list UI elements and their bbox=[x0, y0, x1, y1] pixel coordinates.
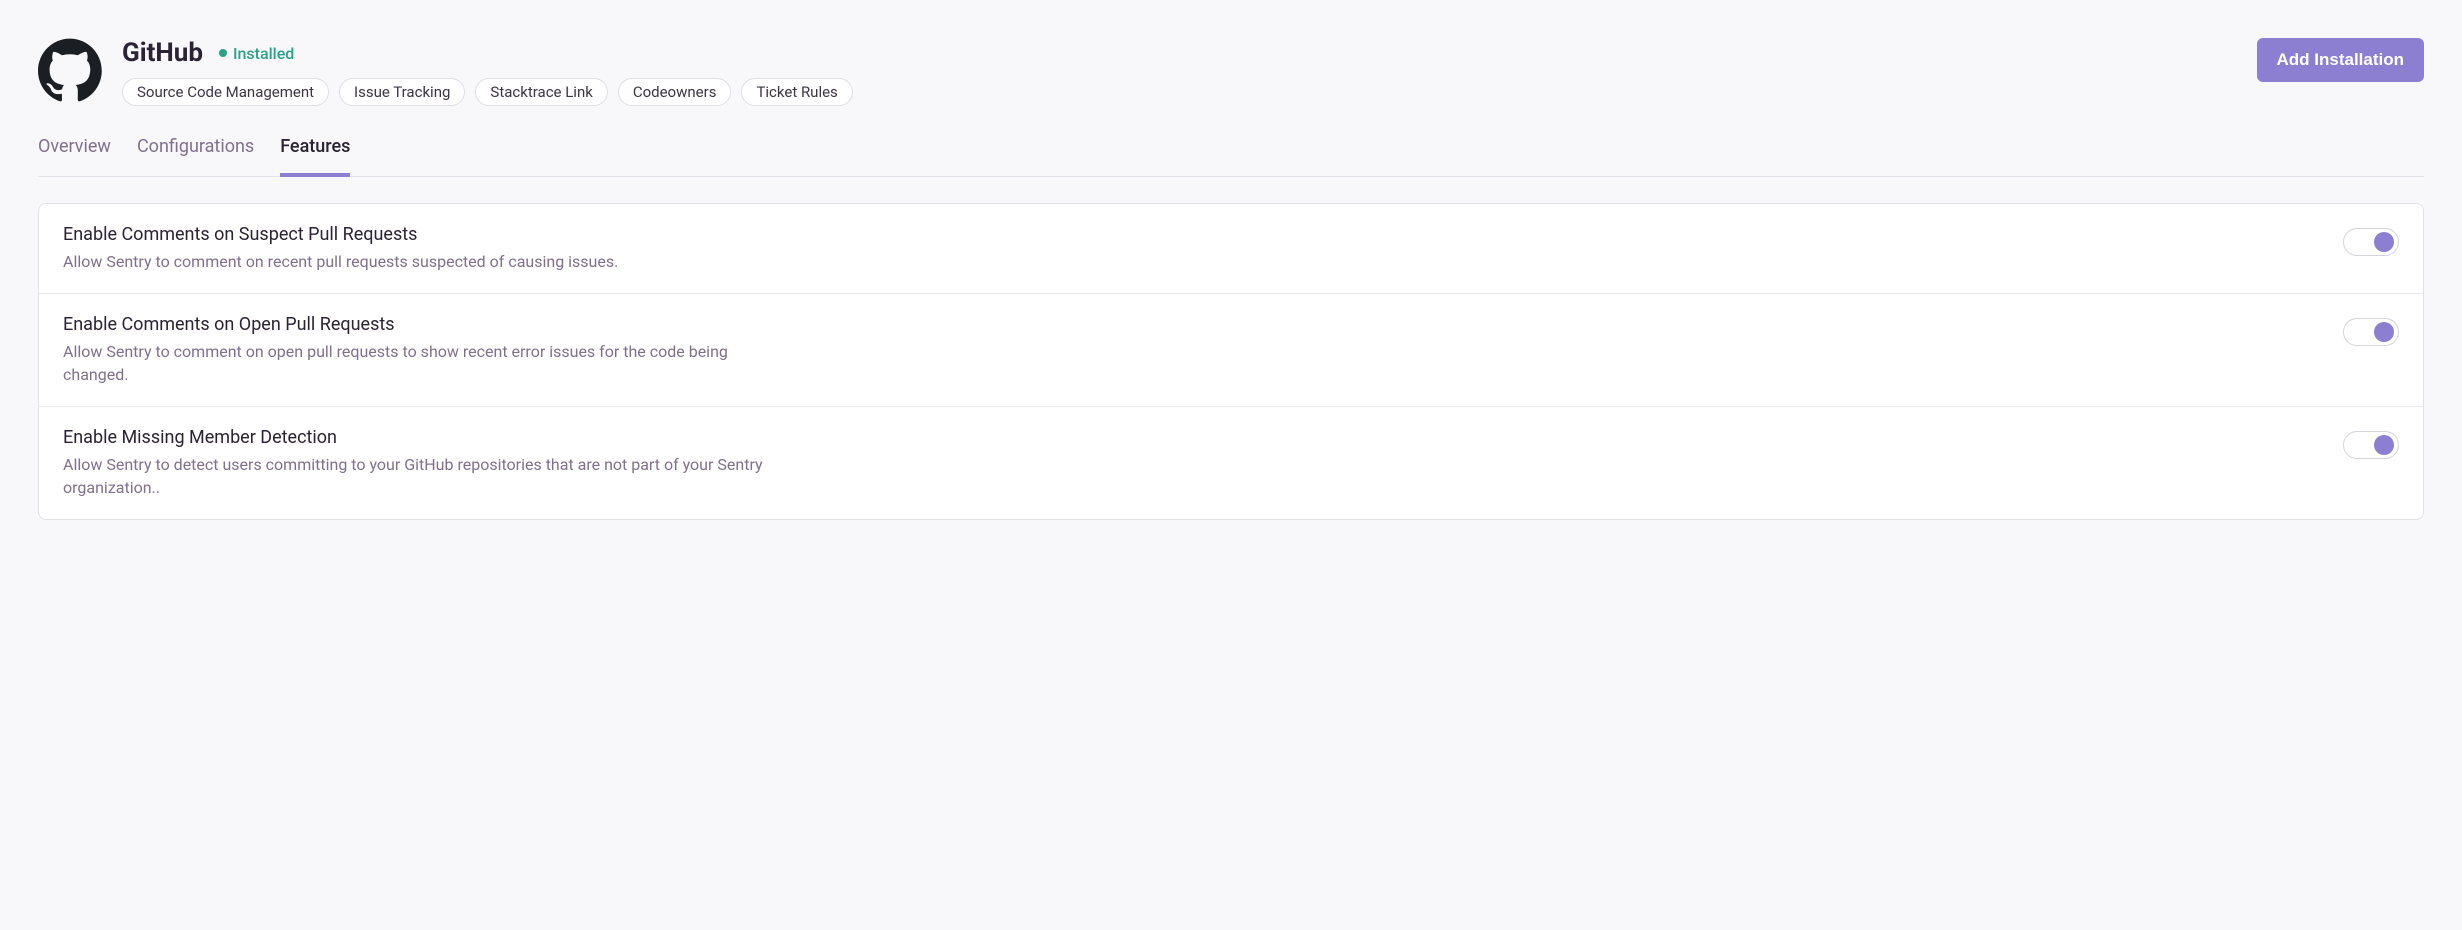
status-badge: Installed bbox=[219, 44, 294, 63]
github-icon bbox=[38, 38, 102, 102]
toggle-suspect-pr-comments[interactable] bbox=[2343, 228, 2399, 256]
feature-title: Enable Comments on Open Pull Requests bbox=[63, 314, 783, 335]
toggle-knob-icon bbox=[2374, 435, 2394, 455]
feature-row-open-pr-comments: Enable Comments on Open Pull Requests Al… bbox=[39, 294, 2423, 407]
title-row: GitHub Installed bbox=[122, 38, 853, 68]
feature-text: Enable Comments on Suspect Pull Requests… bbox=[63, 224, 618, 273]
feature-text: Enable Comments on Open Pull Requests Al… bbox=[63, 314, 783, 386]
feature-row-suspect-pr-comments: Enable Comments on Suspect Pull Requests… bbox=[39, 204, 2423, 294]
toggle-knob-icon bbox=[2374, 322, 2394, 342]
integration-header: GitHub Installed Source Code Management … bbox=[38, 38, 2424, 106]
feature-title: Enable Comments on Suspect Pull Requests bbox=[63, 224, 618, 245]
chip-ticket-rules: Ticket Rules bbox=[741, 78, 852, 106]
add-installation-button[interactable]: Add Installation bbox=[2257, 38, 2425, 82]
features-panel: Enable Comments on Suspect Pull Requests… bbox=[38, 203, 2424, 520]
status-dot-icon bbox=[219, 49, 227, 57]
header-meta: GitHub Installed Source Code Management … bbox=[122, 38, 853, 106]
chips-row: Source Code Management Issue Tracking St… bbox=[122, 78, 853, 106]
toggle-knob-icon bbox=[2374, 232, 2394, 252]
tab-features[interactable]: Features bbox=[280, 136, 350, 177]
chip-source-code-management: Source Code Management bbox=[122, 78, 329, 106]
status-text: Installed bbox=[233, 44, 294, 63]
tabs: Overview Configurations Features bbox=[38, 136, 2424, 177]
chip-issue-tracking: Issue Tracking bbox=[339, 78, 465, 106]
feature-text: Enable Missing Member Detection Allow Se… bbox=[63, 427, 783, 499]
toggle-open-pr-comments[interactable] bbox=[2343, 318, 2399, 346]
tab-overview[interactable]: Overview bbox=[38, 136, 111, 177]
feature-title: Enable Missing Member Detection bbox=[63, 427, 783, 448]
page-title: GitHub bbox=[122, 38, 203, 68]
chip-stacktrace-link: Stacktrace Link bbox=[475, 78, 607, 106]
chip-codeowners: Codeowners bbox=[618, 78, 732, 106]
feature-desc: Allow Sentry to comment on recent pull r… bbox=[63, 251, 618, 273]
feature-desc: Allow Sentry to detect users committing … bbox=[63, 454, 783, 499]
toggle-missing-member-detection[interactable] bbox=[2343, 431, 2399, 459]
feature-desc: Allow Sentry to comment on open pull req… bbox=[63, 341, 783, 386]
tab-configurations[interactable]: Configurations bbox=[137, 136, 254, 177]
header-left: GitHub Installed Source Code Management … bbox=[38, 38, 853, 106]
feature-row-missing-member-detection: Enable Missing Member Detection Allow Se… bbox=[39, 407, 2423, 519]
